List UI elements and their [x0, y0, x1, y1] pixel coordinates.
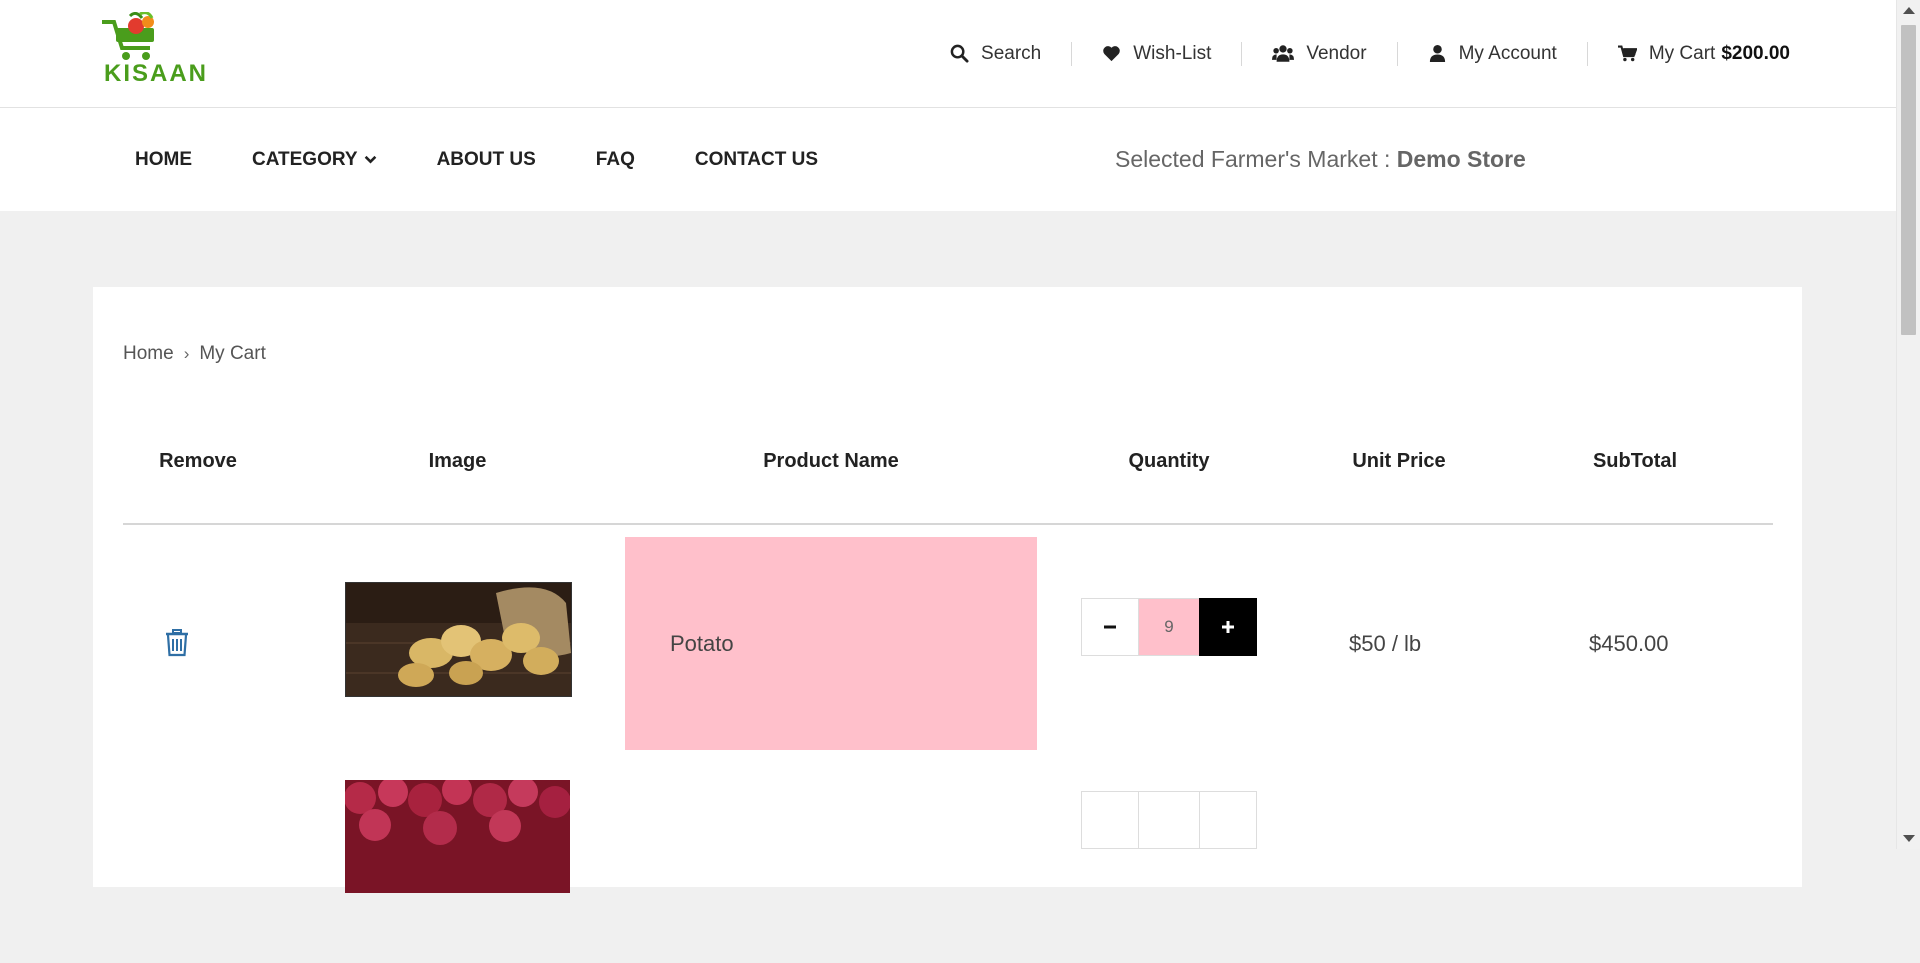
search-label: Search — [981, 42, 1042, 64]
cart-table-header: Remove Image Product Name Quantity Unit … — [123, 437, 1773, 525]
my-cart-label: My Cart — [1648, 42, 1716, 64]
subtotal: $450.00 — [1589, 631, 1669, 656]
cart-icon — [1617, 45, 1637, 62]
increase-quantity-button[interactable] — [1199, 791, 1257, 849]
users-icon — [1272, 45, 1295, 62]
decrease-quantity-button[interactable] — [1081, 791, 1139, 849]
nav-category[interactable]: CATEGORY — [222, 149, 407, 171]
breadcrumb: Home › My Cart — [123, 343, 266, 365]
header-product-name: Product Name — [763, 450, 899, 472]
table-row — [123, 750, 1773, 963]
nav-category-label: CATEGORY — [252, 148, 358, 170]
header-links: Search Wish-List Vendor My Account My Ca… — [920, 0, 1897, 107]
quantity-value[interactable]: 9 — [1139, 598, 1199, 656]
my-account-label: My Account — [1458, 42, 1557, 64]
my-cart-link[interactable]: My Cart $200.00 — [1588, 42, 1897, 66]
trash-icon[interactable] — [165, 629, 189, 657]
quantity-stepper: 9 — [1081, 598, 1257, 656]
header-unit-price: Unit Price — [1352, 450, 1446, 472]
vendor-link[interactable]: Vendor — [1242, 41, 1398, 66]
quantity-stepper — [1081, 791, 1257, 849]
vendor-label: Vendor — [1306, 42, 1367, 64]
my-account-link[interactable]: My Account — [1398, 41, 1588, 66]
header-quantity: Quantity — [1128, 450, 1210, 472]
search-link[interactable]: Search — [920, 41, 1073, 66]
unit-price: $50 / lb — [1349, 631, 1422, 656]
nav-home[interactable]: HOME — [105, 149, 222, 171]
market-label: Selected Farmer's Market : — [1115, 146, 1391, 172]
quantity-value[interactable] — [1139, 791, 1199, 849]
breadcrumb-home[interactable]: Home — [123, 343, 174, 365]
wishlist-link[interactable]: Wish-List — [1072, 41, 1243, 66]
search-icon — [950, 44, 969, 63]
main-nav: HOME CATEGORY ABOUT US FAQ CONTACT US Se… — [0, 108, 1897, 211]
nav-contact-us[interactable]: CONTACT US — [665, 149, 848, 171]
nav-about-us[interactable]: ABOUT US — [407, 149, 566, 171]
header-image: Image — [428, 450, 487, 472]
vertical-scrollbar[interactable] — [1896, 0, 1920, 849]
top-header: KISAAN Search Wish-List Vendor My Accoun… — [0, 0, 1897, 108]
product-image-onion[interactable] — [345, 780, 570, 893]
chevron-right-icon: › — [183, 344, 190, 363]
product-name-cell: Potato — [625, 537, 1037, 750]
logo-text: KISAAN — [104, 60, 209, 87]
scroll-up-arrow-icon[interactable] — [1903, 7, 1915, 14]
breadcrumb-current: My Cart — [199, 343, 266, 364]
table-row: Potato 9 $50 / lb $450.00 — [123, 537, 1773, 750]
heart-icon — [1103, 46, 1121, 62]
cart-total: $200.00 — [1721, 42, 1790, 64]
user-icon — [1429, 44, 1445, 63]
product-image-potato[interactable] — [345, 582, 572, 697]
market-value[interactable]: Demo Store — [1397, 146, 1526, 172]
minus-icon — [1104, 625, 1116, 629]
product-name[interactable]: Potato — [670, 631, 734, 657]
header-remove: Remove — [159, 450, 237, 472]
increase-quantity-button[interactable] — [1199, 598, 1257, 656]
wishlist-label: Wish-List — [1133, 42, 1212, 64]
cart-card: Home › My Cart Remove Image Product Name… — [93, 287, 1802, 893]
decrease-quantity-button[interactable] — [1081, 598, 1139, 656]
cart-logo-icon — [102, 11, 154, 60]
kisaan-logo[interactable]: KISAAN — [100, 11, 218, 88]
selected-market: Selected Farmer's Market : Demo Store — [1115, 146, 1526, 173]
scroll-down-arrow-icon[interactable] — [1903, 835, 1915, 842]
nav-faq[interactable]: FAQ — [566, 149, 665, 171]
header-subtotal: SubTotal — [1592, 450, 1678, 472]
scrollbar-thumb[interactable] — [1901, 25, 1916, 335]
chevron-down-icon — [364, 155, 376, 164]
plus-icon — [1222, 621, 1234, 633]
